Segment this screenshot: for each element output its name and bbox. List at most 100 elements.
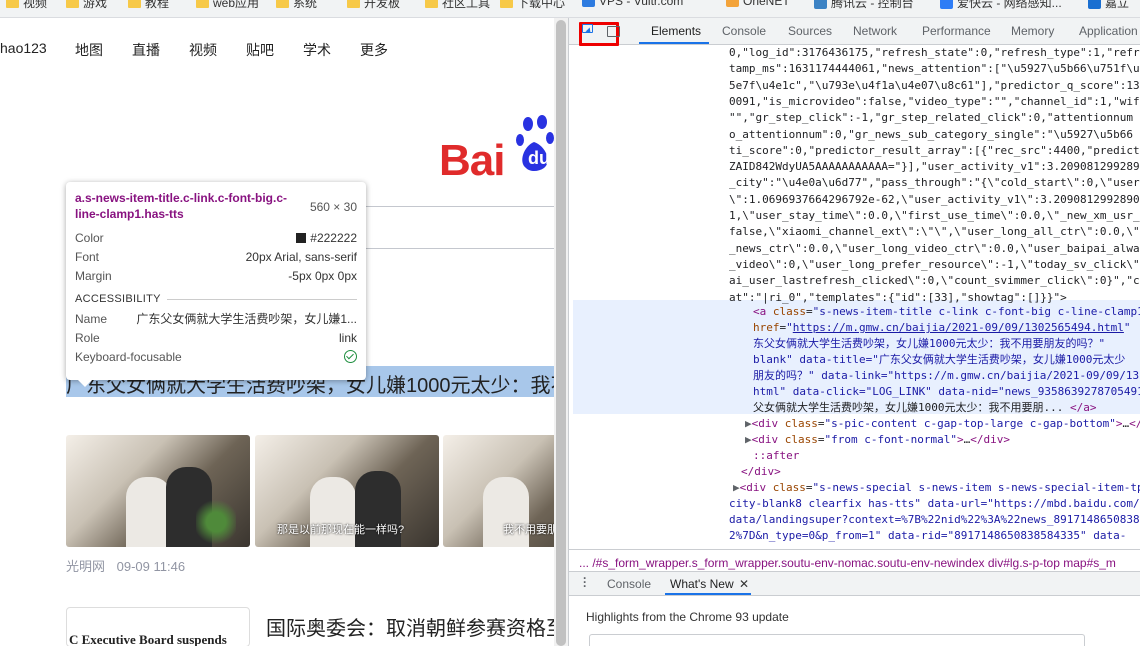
bookmark-8[interactable]: VPS - Vultr.com — [582, 0, 683, 8]
device-toolbar-icon[interactable] — [607, 26, 620, 37]
site-favicon-icon — [1088, 0, 1101, 9]
search-box-bottom-edge — [355, 248, 554, 249]
tooltip-margin-value: -5px 0px 0px — [288, 268, 357, 283]
tab-network[interactable]: Network — [853, 24, 897, 38]
div-from-node[interactable]: ▶<div class="from c-font-normal">…</div> — [745, 432, 1010, 448]
news-source[interactable]: 光明网 — [66, 559, 105, 574]
tab-application[interactable]: Application — [1079, 24, 1138, 38]
code-line: ai_user_lastrefresh_clicked\":0,\"count_… — [729, 274, 1140, 288]
tooltip-role-value: link — [338, 330, 357, 345]
scrollbar-thumb[interactable] — [556, 20, 566, 646]
selected-a-tag-line6: 父女俩就大学生活费吵架，女儿嫌1000元太少：我不用要朋... </a> — [753, 401, 1097, 414]
tab-sources[interactable]: Sources — [788, 24, 832, 38]
tooltip-name-value: 广东父女俩就大学生活费吵架，女儿嫌1... — [136, 312, 357, 326]
news-item-title-2[interactable]: 国际奥委会：取消朝鲜参赛资格至 — [266, 612, 554, 641]
bookmark-label: 视频 — [23, 0, 48, 10]
bookmark-label: 系统 — [293, 0, 318, 10]
nav-hao123[interactable]: hao123 — [0, 40, 47, 56]
code-line: tamp_ms":1631174444061,"news_attention":… — [729, 62, 1140, 76]
nav-xueshu[interactable]: 学术 — [303, 40, 331, 60]
breadcrumb[interactable]: ... /#s_form_wrapper.s_form_wrapper.sout… — [569, 549, 1140, 571]
elements-tree[interactable]: <a class="s-news-item-title c-link c-fon… — [569, 45, 1140, 549]
selected-a-tag-line5: html" data-click="LOG_LINK" data-nid="ne… — [753, 385, 1140, 398]
baidu-logo[interactable]: Bai — [439, 136, 505, 186]
folder-icon — [500, 0, 513, 8]
news-photo-3[interactable]: 我不用要朋友的吗? — [443, 435, 554, 547]
drawer-tab-console[interactable]: Console — [607, 577, 651, 591]
tooltip-color-label: Color — [75, 230, 104, 245]
bookmark-label: 爱快云 - 网络感知... — [957, 0, 1062, 10]
site-favicon-icon — [582, 0, 595, 7]
bookmark-4[interactable]: 系统 — [276, 0, 317, 11]
bookmark-label: 腾讯云 - 控制台 — [831, 0, 914, 10]
more-options-icon[interactable]: · · · — [583, 572, 587, 592]
news-thumbnail-2[interactable]: C Executive Board suspends — [66, 607, 250, 646]
code-line: 5e7f\u4e1c","\u793e\u4f1a\u4e07\u8c61"],… — [729, 78, 1140, 92]
code-line: o_attentionnum":0,"gr_news_sub_category_… — [729, 127, 1133, 141]
news-time: 09-09 11:46 — [116, 559, 186, 574]
bookmark-5[interactable]: 开发板 — [347, 0, 400, 11]
selected-a-tag-href[interactable]: href="https://m.gmw.cn/baijia/2021-09/09… — [753, 320, 1131, 336]
tooltip-name-row: Name 广东父女俩就大学生活费吵架，女儿嫌1... — [75, 309, 357, 328]
devtools-tabbar: Elements Console Sources Network Perform… — [569, 18, 1140, 46]
div-close-tag: </div> — [741, 465, 781, 478]
tooltip-accessibility-header: ACCESSIBILITY — [75, 293, 357, 305]
tab-memory[interactable]: Memory — [1011, 24, 1054, 38]
nav-more[interactable]: 更多 — [360, 40, 388, 60]
bookmark-2[interactable]: 教程 — [128, 0, 169, 11]
tooltip-focus-label: Keyboard-focusable — [75, 349, 182, 364]
news-photo-2[interactable]: 那是以前那现在能一样吗? — [255, 435, 439, 547]
news-special-line4: 2%7D&n_type=0&p_from=1" data-rid="891714… — [729, 529, 1127, 542]
nav-live[interactable]: 直播 — [132, 40, 160, 60]
tab-elements[interactable]: Elements — [651, 24, 701, 38]
close-icon[interactable]: ✕ — [739, 577, 749, 591]
folder-icon — [196, 0, 209, 8]
drawer-tabbar: · · · Console What's New ✕ — [569, 572, 1140, 596]
after-pseudo-node[interactable]: ::after — [753, 448, 799, 464]
drawer-tab-whats-new[interactable]: What's New — [670, 577, 734, 591]
search-box-top-edge — [355, 206, 554, 207]
folder-icon — [276, 0, 289, 8]
tab-performance[interactable]: Performance — [922, 24, 991, 38]
devtools-drawer: · · · Console What's New ✕ Highlights from… — [569, 571, 1140, 646]
code-line: 0091,"is_microvideo":false,"video_type":… — [729, 94, 1140, 108]
bookmark-label: 社区工具 — [442, 0, 491, 10]
whats-new-heading: Highlights from the Chrome 93 update — [586, 610, 789, 624]
inspect-element-icon[interactable] — [582, 24, 593, 33]
tooltip-color-value: #222222 — [310, 230, 357, 245]
color-swatch-icon — [296, 232, 307, 243]
selected-a-tag-line4: 朋友的吗？" data-link="https://m.gmw.cn/baiji… — [753, 369, 1140, 382]
bookmark-3[interactable]: web应用 — [196, 0, 259, 11]
selected-a-tag-line3: blank" data-title="广东父女俩就大学生活费吵架，女儿嫌1000… — [753, 353, 1126, 366]
div-pic-content-node[interactable]: ▶<div class="s-pic-content c-gap-top-lar… — [745, 416, 1140, 432]
bookmark-label: 游戏 — [83, 0, 108, 10]
news-special-node[interactable]: ▶<div class="s-news-special s-news-item … — [733, 480, 1140, 496]
bookmark-7[interactable]: 下载中心 — [500, 0, 565, 11]
bookmark-0[interactable]: 视频 — [6, 0, 47, 11]
inspect-tooltip: a.s-news-item-title.c-link.c-font-big.c-… — [66, 182, 366, 387]
bookmark-11[interactable]: 爱快云 - 网络感知... — [940, 0, 1062, 11]
breadcrumb-path[interactable]: ... /#s_form_wrapper.s_form_wrapper.sout… — [579, 556, 1116, 570]
drawer-active-indicator — [665, 593, 751, 595]
nav-video[interactable]: 视频 — [189, 40, 217, 60]
nav-tieba[interactable]: 贴吧 — [246, 40, 274, 60]
thumbnail-caption: C Executive Board suspends — [69, 632, 227, 646]
bookmark-9[interactable]: OneNET — [726, 0, 790, 8]
bookmark-12[interactable]: 嘉立 — [1088, 0, 1129, 11]
svg-text:du: du — [528, 148, 550, 168]
tab-console[interactable]: Console — [722, 24, 766, 38]
code-line: _news_ctr\":0.0,\"user_long_video_ctr\":… — [729, 241, 1140, 255]
nav-map[interactable]: 地图 — [75, 40, 103, 60]
bookmark-label: OneNET — [743, 0, 790, 8]
bookmark-10[interactable]: 腾讯云 - 控制台 — [814, 0, 914, 11]
bookmark-label: VPS - Vultr.com — [599, 0, 684, 8]
news-photo-1[interactable] — [66, 435, 250, 547]
page-scrollbar[interactable] — [554, 18, 568, 646]
tooltip-selector: a.s-news-item-title.c-link.c-font-big.c-… — [75, 191, 288, 221]
selected-a-tag-line1[interactable]: <a class="s-news-item-title c-link c-fon… — [753, 304, 1140, 320]
bookmark-1[interactable]: 游戏 — [66, 0, 107, 11]
folder-icon — [347, 0, 360, 8]
tooltip-font-row: Font 20px Arial, sans-serif — [75, 247, 357, 266]
bookmark-6[interactable]: 社区工具 — [425, 0, 490, 11]
baidu-page: hao123 地图 直播 视频 贴吧 学术 更多 Bai du 广东父女俩就大学… — [0, 18, 554, 646]
